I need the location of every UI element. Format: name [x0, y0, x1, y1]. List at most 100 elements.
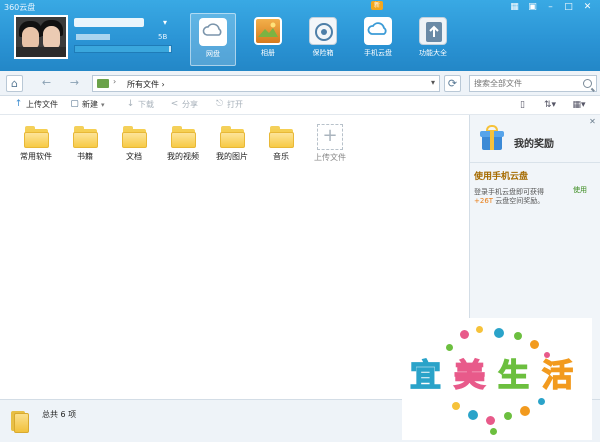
path-box[interactable]: › 所有文件 › ▾ [92, 75, 440, 92]
folder-item[interactable]: 常用软件 [12, 124, 60, 162]
open-label: 打开 [227, 100, 243, 109]
watermark-char: 美 [453, 358, 486, 394]
folder-icon [97, 79, 109, 88]
folder-item[interactable]: 书籍 [61, 124, 109, 162]
watermark-char: 生 [497, 358, 530, 394]
window-controls: ▦ ▣ – □ ✕ [507, 1, 596, 13]
skin-icon[interactable]: ▣ [525, 1, 540, 13]
cloud-drive-icon [199, 18, 227, 46]
upload-button[interactable]: ↑ 上传文件 [14, 99, 58, 110]
open-icon: ⎋ [215, 99, 224, 109]
folder-item[interactable]: 我的图片 [208, 124, 256, 162]
upload-tile-label: 上传文件 [314, 153, 346, 162]
folder-name: 我的图片 [216, 152, 248, 161]
toolbar: ↑ 上传文件 ▢ 新建 ▾ ↓ 下载 < 分享 ⎋ 打开 ▯ ⇅▾ ▦▾ [0, 96, 600, 115]
nav-label: 网盘 [206, 50, 220, 58]
username-redacted[interactable] [74, 18, 144, 27]
path-dropdown-icon[interactable]: ▾ [431, 78, 435, 87]
use-link[interactable]: 使用 [573, 185, 587, 195]
search-icon[interactable] [583, 79, 592, 88]
folder-item[interactable]: 我的视频 [159, 124, 207, 162]
nav-tile-drive[interactable]: 网盘 [190, 13, 236, 66]
new-caret-icon: ▾ [101, 100, 105, 109]
folder-icon [11, 409, 31, 433]
search-input[interactable] [470, 76, 578, 91]
folder-name: 文档 [126, 152, 142, 161]
user-menu-caret-icon[interactable]: ▾ [163, 18, 167, 27]
folder-icon [268, 124, 294, 148]
title-bar: 360云盘 ▦ ▣ – □ ✕ ▾ 5B 网盘 相册 保险箱 新 手机云盘 功能… [0, 0, 600, 71]
nav-tile-album[interactable]: 相册 [245, 13, 291, 66]
file-grid: 常用软件 书籍 文档 我的视频 我的图片 音乐 + 上传文件 [0, 116, 469, 399]
nav-label: 功能大全 [419, 49, 447, 57]
watermark-char: 活 [541, 358, 574, 394]
avatar[interactable] [14, 15, 68, 59]
promo-text-tail: 云盘空间奖励。 [493, 197, 545, 205]
folder-name: 音乐 [273, 152, 289, 161]
folder-icon [121, 124, 147, 148]
folder-icon [23, 124, 49, 148]
photo-album-icon [254, 17, 282, 45]
panel-toggle-icon[interactable]: ▯ [517, 100, 528, 110]
back-icon[interactable]: ← [38, 75, 55, 92]
nav-tile-mobile[interactable]: 新 手机云盘 [355, 1, 401, 66]
new-label: 新建 [82, 100, 98, 109]
promo-title: 使用手机云盘 [474, 172, 529, 182]
nav-label: 保险箱 [312, 49, 334, 57]
download-button[interactable]: ↓ 下载 [126, 99, 154, 110]
promo-text: 登录手机云盘即可获得 +26T 云盘空间奖励。 [474, 188, 566, 206]
promo-text-main: 登录手机云盘即可获得 [474, 188, 544, 196]
quota-fill [75, 46, 170, 52]
new-badge: 新 [371, 1, 384, 10]
new-folder-icon: ▢ [70, 99, 79, 109]
nav-tile-tools[interactable]: 功能大全 [410, 13, 456, 66]
quota-bar [74, 45, 172, 53]
folder-name: 常用软件 [20, 152, 52, 161]
folder-name: 书籍 [77, 152, 93, 161]
gift-icon [480, 125, 504, 151]
close-icon[interactable]: ✕ [588, 117, 597, 126]
path-separator: › [113, 77, 117, 86]
sort-icon[interactable]: ⇅▾ [540, 100, 560, 110]
download-icon: ↓ [126, 99, 135, 109]
open-button[interactable]: ⎋ 打开 [215, 99, 243, 110]
grid-view-icon[interactable]: ▦▾ [569, 100, 589, 110]
rewards-title: 我的奖励 [514, 139, 554, 150]
upload-tile[interactable]: + 上传文件 [306, 124, 354, 163]
add-icon: + [317, 124, 343, 150]
folder-icon [170, 124, 196, 148]
forward-icon[interactable]: → [66, 75, 83, 92]
maximize-icon[interactable]: □ [561, 1, 576, 13]
minimize-icon[interactable]: – [543, 1, 558, 13]
user-level-redacted [76, 34, 110, 40]
folder-icon [219, 124, 245, 148]
share-label: 分享 [182, 100, 198, 109]
safe-box-icon [309, 17, 337, 45]
share-button[interactable]: < 分享 [170, 99, 198, 110]
quota-label: 5B [158, 33, 168, 41]
new-button[interactable]: ▢ 新建 ▾ [70, 99, 105, 110]
main-nav: 网盘 相册 保险箱 新 手机云盘 功能大全 [190, 1, 456, 66]
watermark-logo: 宜 美 生 活 [402, 318, 592, 440]
folder-item[interactable]: 音乐 [257, 124, 305, 162]
nav-tile-safe[interactable]: 保险箱 [300, 13, 346, 66]
search-box [469, 75, 597, 92]
upload-icon: ↑ [14, 99, 23, 109]
nav-label: 手机云盘 [364, 49, 392, 57]
address-bar: ⌂ ← → › 所有文件 › ▾ ⟳ [0, 71, 600, 96]
home-icon[interactable]: ⌂ [6, 75, 23, 92]
item-count: 总共 6 项 [42, 410, 77, 419]
upload-label: 上传文件 [26, 100, 58, 109]
nav-label: 相册 [261, 49, 275, 57]
folder-name: 我的视频 [167, 152, 199, 161]
folder-icon [72, 124, 98, 148]
watermark-char: 宜 [409, 358, 442, 394]
close-icon[interactable]: ✕ [579, 1, 596, 13]
refresh-icon[interactable]: ⟳ [444, 75, 461, 92]
rewards-header: 我的奖励 ✕ [470, 115, 600, 163]
folder-item[interactable]: 文档 [110, 124, 158, 162]
app-title: 360云盘 [4, 3, 36, 12]
breadcrumb[interactable]: 所有文件 › [127, 79, 165, 90]
download-label: 下载 [138, 100, 154, 109]
feedback-icon[interactable]: ▦ [507, 1, 522, 13]
